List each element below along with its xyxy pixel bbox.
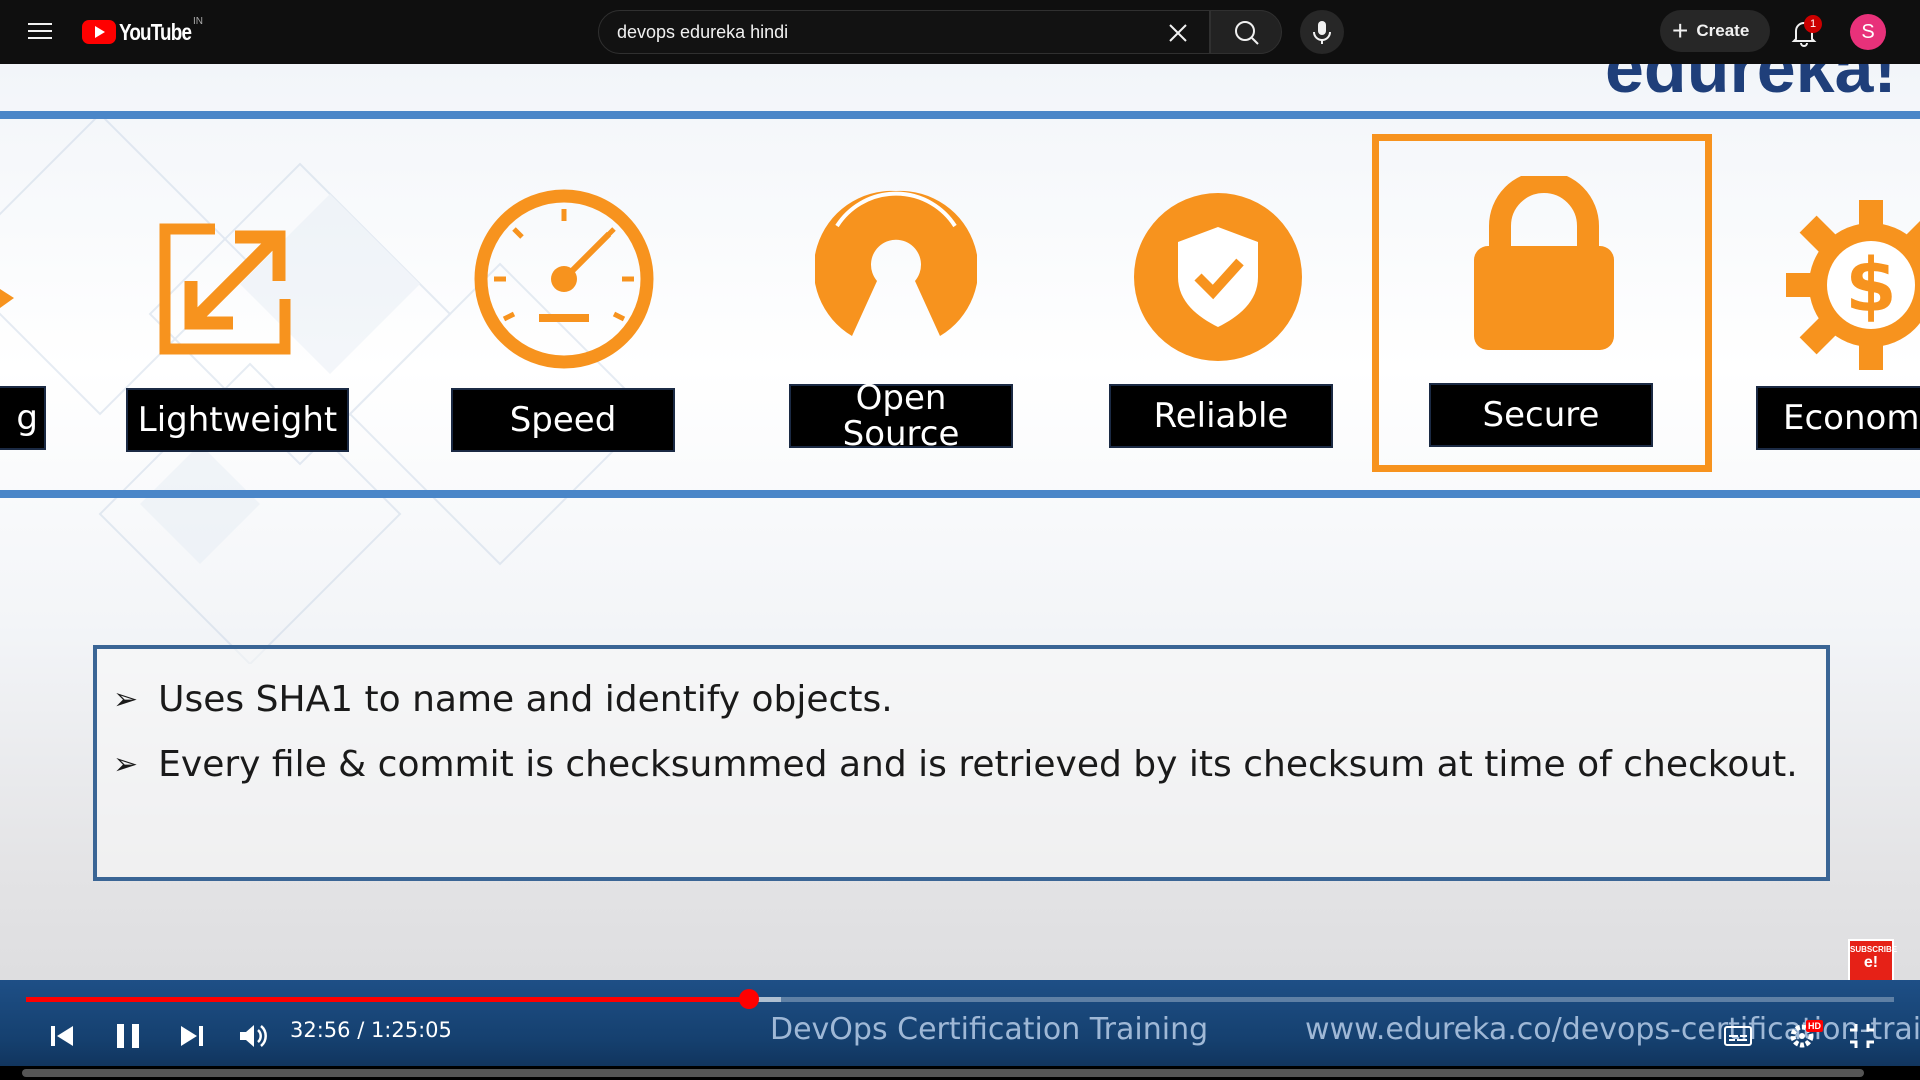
feature-partial-text: g xyxy=(16,398,38,438)
feature-label-open-source: Open Source xyxy=(789,380,1013,452)
youtube-logo[interactable]: YouTube xyxy=(82,17,207,47)
next-icon[interactable] xyxy=(172,1016,212,1056)
feature-secure-text: Secure xyxy=(1482,395,1600,435)
course-title-watermark: DevOps Certification Training xyxy=(770,1012,1209,1047)
course-url-watermark: www.edureka.co/devops-certification-trai… xyxy=(1305,1012,1920,1047)
feature-lightweight-text: Lightweight xyxy=(137,400,338,440)
shield-check-icon xyxy=(1134,193,1302,361)
feature-open-source-text: Open Source xyxy=(842,378,960,454)
hd-badge: HD xyxy=(1806,1020,1823,1032)
plus-icon: + xyxy=(1672,15,1689,46)
country-code: IN xyxy=(193,16,203,27)
scrubber-handle[interactable] xyxy=(738,989,759,1009)
exit-fullscreen-icon[interactable] xyxy=(1842,1016,1882,1056)
subscribe-text: SUBSCRIBE xyxy=(1850,945,1898,954)
lock-icon xyxy=(1474,176,1614,350)
bullet-item-1: ➢ Uses SHA1 to name and identify objects… xyxy=(113,679,893,720)
pause-icon[interactable] xyxy=(108,1016,148,1056)
bottom-divider xyxy=(0,490,1920,498)
bullet-box: ➢ Uses SHA1 to name and identify objects… xyxy=(93,645,1830,881)
avatar[interactable]: S xyxy=(1850,14,1886,50)
voice-search-button[interactable] xyxy=(1300,10,1344,54)
progress-played xyxy=(26,997,749,1002)
logo-text: YouTube xyxy=(119,18,192,45)
resize-arrow-icon xyxy=(159,223,291,355)
previous-icon[interactable] xyxy=(42,1016,82,1056)
bullet-text-1: Uses SHA1 to name and identify objects. xyxy=(158,679,893,720)
speedometer-icon xyxy=(474,189,654,369)
bullet-arrow-icon: ➢ xyxy=(113,747,139,782)
feature-label-economic: Economic xyxy=(1756,386,1920,450)
feature-reliable-text: Reliable xyxy=(1153,396,1289,436)
feature-label-secure: Secure xyxy=(1429,383,1653,447)
time-display: 32:56 / 1:25:05 xyxy=(290,1018,452,1042)
feature-label-reliable: Reliable xyxy=(1109,384,1333,448)
clear-search-icon[interactable] xyxy=(1164,19,1192,47)
feature-label-speed: Speed xyxy=(451,388,675,452)
volume-icon[interactable] xyxy=(232,1016,272,1056)
subscribe-logo: e! xyxy=(1863,954,1879,971)
feature-label-lightweight: Lightweight xyxy=(126,388,349,452)
subtitles-icon[interactable] xyxy=(1718,1016,1758,1056)
subscribe-watermark[interactable]: SUBSCRIBE e! xyxy=(1848,939,1898,983)
edureka-brand-partial: edureka! xyxy=(1605,64,1897,107)
search-query[interactable]: devops edureka hindi xyxy=(617,22,788,43)
bullet-item-2: ➢ Every file & commit is checksummed and… xyxy=(113,744,1798,785)
notification-count-badge: 1 xyxy=(1804,15,1822,33)
open-source-icon xyxy=(815,190,977,336)
menu-icon[interactable] xyxy=(26,18,54,46)
dollar-gear-icon: $ xyxy=(1786,200,1920,370)
partial-arrow-icon xyxy=(0,289,14,308)
feature-economic-text: Economic xyxy=(1783,398,1920,438)
search-input[interactable]: devops edureka hindi xyxy=(598,10,1210,54)
svg-text:$: $ xyxy=(1845,243,1897,329)
feature-speed-text: Speed xyxy=(509,400,617,440)
video-player[interactable]: edureka! g Lightweight Speed Open Source… xyxy=(0,64,1920,1080)
bullet-arrow-icon: ➢ xyxy=(113,682,139,717)
create-button[interactable]: + Create xyxy=(1660,10,1770,52)
search-button[interactable] xyxy=(1210,10,1282,54)
search-icon xyxy=(1235,21,1259,45)
feature-label-partial: g xyxy=(0,386,46,450)
create-label: Create xyxy=(1696,21,1750,40)
masthead: YouTube IN devops edureka hindi + Create… xyxy=(0,0,1920,64)
bullet-text-2: Every file & commit is checksummed and i… xyxy=(158,744,1798,785)
top-divider xyxy=(0,111,1920,119)
scrollbar-thumb[interactable] xyxy=(22,1069,1864,1077)
play-logo-icon xyxy=(82,20,116,44)
microphone-icon xyxy=(1313,21,1331,44)
